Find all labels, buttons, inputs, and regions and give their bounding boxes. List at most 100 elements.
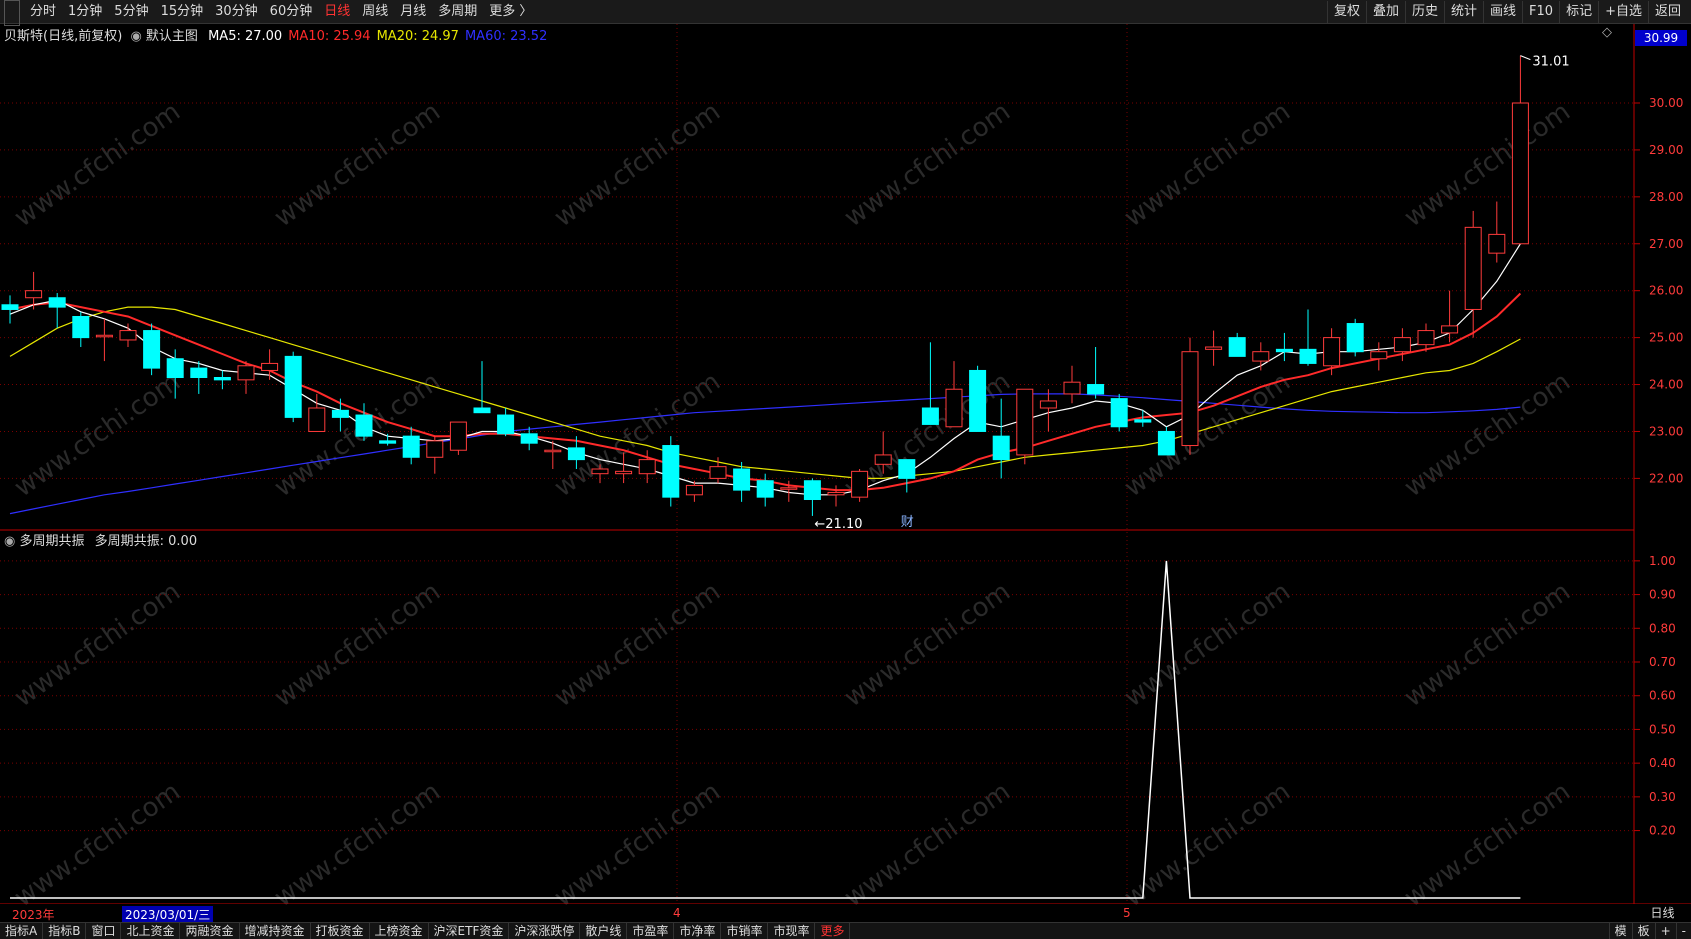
candle-body-down [72,316,90,339]
price-axis-label: 23.00 [1649,424,1683,438]
candle-body-down [1228,337,1246,357]
candle-body-up [780,487,798,490]
candle-body-up [709,466,727,479]
bottom-right-button-2[interactable]: + [1654,923,1676,939]
candle-body-up [119,330,137,341]
candle-body-down [190,367,208,379]
price-axis-label: 24.00 [1649,378,1683,392]
candle-body-up [1511,102,1529,245]
sub-axis-label: 0.20 [1649,824,1676,838]
bottom-tab-2[interactable]: 窗口 [86,923,122,939]
candle-body-up [1488,233,1506,254]
candle [166,349,184,399]
bottom-tab-12[interactable]: 市净率 [674,923,722,939]
candle [1228,332,1246,357]
bottom-tab-4[interactable]: 两融资金 [180,923,240,939]
candle-body-up [308,407,326,432]
bottom-tab-5[interactable]: 增减持资金 [240,923,311,939]
candle [48,293,66,329]
candle [1016,388,1034,465]
sub-axis-label: 0.90 [1649,588,1676,602]
candle-body-up [1393,337,1411,353]
candle-body-down [803,480,821,501]
sub-axis-label: 0.70 [1649,655,1676,669]
bottom-tab-3[interactable]: 北上资金 [121,923,181,939]
ma5-line [9,243,1521,496]
candle-body-down [733,468,751,491]
candle [190,361,208,394]
sub-axis-label: 0.40 [1649,756,1676,770]
candle [1205,330,1223,366]
bottom-right-button-0[interactable]: 模 [1608,923,1632,939]
candle [969,365,987,432]
candle [1181,337,1199,455]
candle-body-up [1181,351,1199,447]
candle-body-down [1134,419,1152,423]
candle-body-up [1370,351,1388,360]
candle-body-down [1157,430,1175,456]
high-price-label: 31.01 [1532,55,1569,70]
bottom-tab-0[interactable]: 指标A [0,923,44,939]
candle [1488,201,1506,263]
candle-body-down [48,297,66,308]
candle-body-up [95,334,113,338]
bottom-right-button-3[interactable]: - [1675,923,1691,939]
candle [1275,332,1293,362]
candle [402,426,420,465]
price-axis-label: 30.00 [1649,96,1683,110]
bottom-tab-13[interactable]: 市销率 [721,923,769,939]
bottom-tab-6[interactable]: 打板资金 [311,923,370,939]
candle-body-up [874,454,892,465]
bottom-tab-7[interactable]: 上榜资金 [370,923,429,939]
bottom-tab-10[interactable]: 散户线 [580,923,628,939]
candle [1299,309,1317,366]
candle-body-down [1346,323,1364,353]
candle-body-down [1275,348,1293,353]
bottom-right-button-1[interactable]: 板 [1631,923,1655,939]
candle [143,323,161,376]
sub-axis-label: 0.30 [1649,790,1676,804]
sub-axis-label: 1.00 [1649,554,1676,568]
candle [520,426,538,451]
candle-body-up [1016,388,1034,456]
candle-body-up [591,468,609,475]
annotations: 31.01 ←21.10 财 [814,55,1569,532]
price-axis-label: 29.00 [1649,143,1683,157]
period-label[interactable]: 日线 [1634,904,1691,922]
bottom-tab-9[interactable]: 沪深涨跌停 [509,923,581,939]
bottom-tab-11[interactable]: 市盈率 [627,923,675,939]
chart-canvas[interactable]: 31.01 ←21.10 财 30.00 29.00 28.00 27.00 26.00 25… [0,0,1691,904]
current-price-tag: 30.99 [1635,30,1687,46]
candle [1393,328,1411,362]
candle-body-up [827,491,845,496]
candle [1039,389,1057,432]
bottom-tab-1[interactable]: 指标B [43,923,87,939]
candle [1157,426,1175,456]
candle-body-down [402,435,420,458]
grid-lines [0,24,1691,904]
date-axis-month-5: 5 [1123,906,1131,920]
bottom-tab-bar: 指标A 指标B 窗口 北上资金 两融资金 增减持资金 打板资金 上榜资金 沪深ETF资金 沪深涨跌… [0,922,1691,939]
candle-body-up [25,290,43,299]
candle-body-up [1441,325,1459,334]
bottom-tab-15[interactable]: 更多 [815,923,851,939]
candle [1,295,19,324]
bottom-tab-8[interactable]: 沪深ETF资金 [429,923,510,939]
bottom-tab-14[interactable]: 市现率 [768,923,816,939]
candle-body-up [1063,381,1081,395]
candle-body-down [520,433,538,444]
candle-body-down [497,414,515,435]
candle [662,436,680,507]
sub-axis-label: 0.60 [1649,689,1676,703]
candle-body-up [544,449,562,453]
date-axis-month-4: 4 [673,906,681,920]
price-axis-label: 22.00 [1649,471,1683,485]
candle [95,318,113,362]
candle [284,351,302,423]
ma20-line [9,306,1521,479]
candle-body-down [166,358,184,379]
candle [945,361,963,428]
ma10-line [9,292,1522,492]
low-price-label: ←21.10 [814,517,862,532]
candle [591,464,609,484]
